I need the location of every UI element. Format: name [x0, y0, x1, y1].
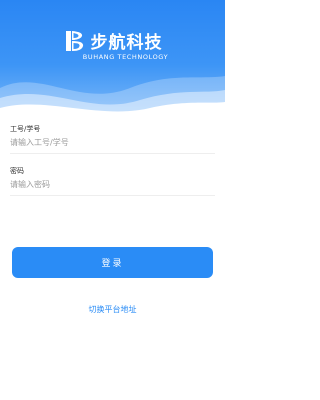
password-input[interactable] — [10, 176, 215, 196]
header-banner: 步航科技 BUHANG TECHNOLOGY — [0, 0, 225, 118]
id-label: 工号/学号 — [10, 125, 41, 133]
password-label: 密码 — [10, 167, 24, 175]
id-input[interactable] — [10, 134, 215, 154]
brand-name-cn: 步航科技 — [90, 33, 163, 53]
switch-platform-link[interactable]: 切换平台地址 — [0, 304, 225, 315]
id-field-group: 工号/学号 — [10, 124, 215, 154]
login-button[interactable]: 登录 — [12, 247, 213, 278]
b-sail-logo-icon — [65, 30, 83, 51]
brand-row: 步航科技 — [0, 28, 225, 53]
wave-decoration — [0, 76, 225, 118]
password-field-group: 密码 — [10, 166, 215, 196]
